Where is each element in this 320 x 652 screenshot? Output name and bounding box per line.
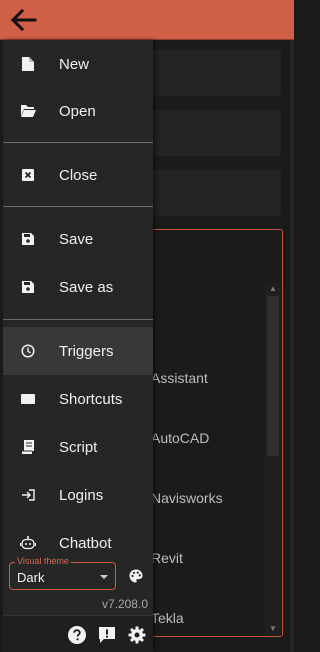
new-file-icon: [18, 54, 38, 74]
menu-label: Close: [59, 166, 98, 184]
version-text: v7.208.0: [101, 597, 148, 611]
divider: [3, 319, 153, 320]
menu-item-save-as[interactable]: Save as: [3, 263, 153, 311]
palette-icon: [129, 569, 143, 583]
save-as-icon: [18, 277, 38, 297]
divider: [3, 206, 153, 207]
back-button[interactable]: [6, 4, 40, 36]
menu-item-close[interactable]: Close: [3, 151, 153, 199]
clock-icon: [18, 341, 38, 361]
list-item[interactable]: Navisworks: [151, 490, 223, 506]
app-header: [0, 0, 294, 40]
menu-label: Logins: [59, 486, 104, 504]
feedback-button[interactable]: [97, 625, 117, 645]
settings-button[interactable]: [127, 625, 147, 645]
palette-button[interactable]: [129, 569, 143, 583]
list-item[interactable]: AutoCAD: [151, 430, 209, 446]
menu-label: Shortcuts: [59, 390, 123, 408]
menu-item-logins[interactable]: Logins: [3, 471, 153, 519]
background-card: [153, 50, 281, 96]
chevron-down-icon: [100, 575, 108, 579]
scroll-up-icon[interactable]: ▲: [269, 285, 277, 293]
list-item[interactable]: Revit: [151, 550, 183, 566]
arrow-left-icon: [10, 8, 37, 32]
menu-item-new[interactable]: New: [3, 40, 153, 88]
background-list: Assistant AutoCAD Navisworks Revit Tekla…: [146, 229, 283, 637]
menu-label: Script: [59, 438, 98, 456]
menu-label: New: [59, 55, 90, 73]
close-box-icon: [18, 165, 38, 185]
menu-item-shortcuts[interactable]: Shortcuts: [3, 375, 153, 423]
save-icon: [18, 229, 38, 249]
feedback-icon: [99, 627, 115, 643]
divider: [3, 142, 153, 143]
keyboard-icon: [18, 389, 38, 409]
settings-icon: [128, 626, 146, 644]
navigation-drawer: New Open Close Save Save as Triggers Sho…: [3, 40, 153, 652]
login-icon: [18, 485, 38, 505]
background-card: [153, 170, 281, 216]
scroll-down-icon[interactable]: ▼: [269, 625, 277, 633]
menu-label: Save as: [59, 278, 114, 296]
visual-theme-label: Visual theme: [15, 556, 71, 567]
menu-label: Open: [59, 102, 96, 120]
visual-theme-value: Dark: [17, 570, 45, 585]
menu-label: Triggers: [59, 342, 114, 360]
menu-label: Save: [59, 230, 94, 248]
list-item[interactable]: Tekla: [151, 610, 184, 626]
script-icon: [18, 437, 38, 457]
menu-item-script[interactable]: Script: [3, 423, 153, 471]
menu-item-save[interactable]: Save: [3, 215, 153, 263]
help-button[interactable]: [67, 625, 87, 645]
robot-icon: [18, 533, 38, 553]
menu-item-triggers[interactable]: Triggers: [3, 327, 153, 375]
help-icon: [68, 626, 86, 644]
menu-item-open[interactable]: Open: [3, 87, 153, 135]
list-scrollbar[interactable]: ▲ ▼: [265, 282, 281, 636]
list-item[interactable]: Assistant: [151, 370, 208, 386]
visual-theme-select[interactable]: Visual theme Dark: [9, 556, 116, 590]
background-edge: [290, 40, 294, 652]
scrollbar-thumb[interactable]: [267, 296, 279, 456]
drawer-footer: [3, 615, 153, 652]
background-card: [153, 110, 281, 156]
menu-label: Chatbot: [59, 534, 112, 552]
folder-open-icon: [18, 101, 38, 121]
